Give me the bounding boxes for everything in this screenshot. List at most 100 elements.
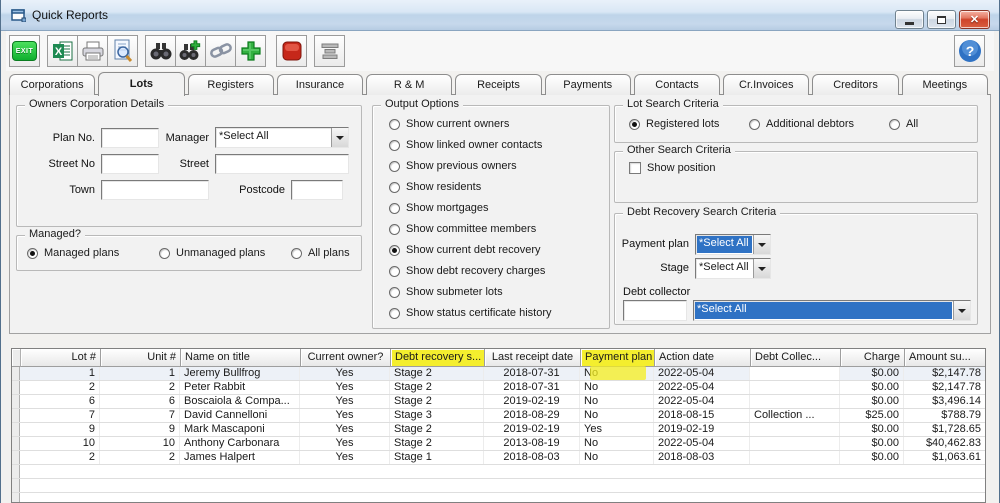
cell-unit-row6[interactable]: 10: [100, 437, 180, 450]
cell-action-date-row6[interactable]: 2022-05-04: [654, 437, 750, 450]
cell-amount-su-row7[interactable]: $1,063.61: [904, 451, 985, 464]
payment-plan-select[interactable]: *Select All: [695, 234, 771, 255]
radio-registered-lots[interactable]: Registered lots: [629, 118, 719, 130]
chevron-down-icon[interactable]: [753, 259, 770, 278]
sort-bars-button[interactable]: [314, 35, 345, 67]
cell-amount-su-row1[interactable]: $2,147.78: [904, 367, 985, 380]
row-selector[interactable]: [12, 367, 20, 380]
cell-lot-row6[interactable]: 10: [20, 437, 100, 450]
tab-lots[interactable]: Lots: [98, 72, 185, 96]
cell-unit-row5[interactable]: 9: [100, 423, 180, 436]
cell-charge-row6[interactable]: $0.00: [840, 437, 904, 450]
cell-lot-row1[interactable]: 1: [20, 367, 100, 380]
radio-unmanaged-plans[interactable]: Unmanaged plans: [159, 247, 265, 259]
row-selector[interactable]: [12, 395, 20, 408]
maximize-button[interactable]: [927, 10, 956, 29]
cell-charge-row3[interactable]: $0.00: [840, 395, 904, 408]
empty-row[interactable]: [12, 479, 985, 493]
cell-current-owner-row1[interactable]: Yes: [300, 367, 390, 380]
col-header-current-owner[interactable]: Current owner?: [301, 349, 391, 367]
cell-last-receipt-date-row2[interactable]: 2018-07-31: [484, 381, 580, 394]
cell-payment-plan-row4[interactable]: No: [580, 409, 654, 422]
table-row-5[interactable]: 9 9 Mark Mascaponi Yes Stage 2 2019-02-19 Yes 2…: [12, 423, 985, 437]
show-position-checkbox[interactable]: Show position: [629, 162, 716, 174]
cell-amount-su-row6[interactable]: $40,462.83: [904, 437, 985, 450]
cell-action-date-row3[interactable]: 2022-05-04: [654, 395, 750, 408]
table-row-6[interactable]: 10 10 Anthony Carbonara Yes Stage 2 2013-08-1…: [12, 437, 985, 451]
row-selector[interactable]: [12, 423, 20, 436]
cell-debt-collec-row2[interactable]: [750, 381, 840, 394]
cell-action-date-row4[interactable]: 2018-08-15: [654, 409, 750, 422]
cell-unit-row2[interactable]: 2: [100, 381, 180, 394]
cell-current-owner-row2[interactable]: Yes: [300, 381, 390, 394]
cell-unit-row4[interactable]: 7: [100, 409, 180, 422]
table-row-4[interactable]: 7 7 David Cannelloni Yes Stage 3 2018-08-29 No…: [12, 409, 985, 423]
radio-show-debt-recovery-charges[interactable]: Show debt recovery charges: [389, 265, 545, 277]
cell-name-on-title-row4[interactable]: David Cannelloni: [180, 409, 300, 422]
cell-last-receipt-date-row7[interactable]: 2018-08-03: [484, 451, 580, 464]
radio-show-status-certificate-history[interactable]: Show status certificate history: [389, 307, 552, 319]
col-header-debt-collec[interactable]: Debt Collec...: [751, 349, 841, 367]
col-header-charge[interactable]: Charge: [841, 349, 905, 367]
row-selector[interactable]: [12, 451, 20, 464]
tab-r-m[interactable]: R & M: [366, 74, 453, 95]
radio-show-submeter-lots[interactable]: Show submeter lots: [389, 286, 503, 298]
col-header-debt-recovery-s[interactable]: Debt recovery s...: [391, 349, 485, 367]
street-no-input[interactable]: [101, 154, 159, 174]
street-input[interactable]: [215, 154, 349, 174]
print-preview-button[interactable]: [107, 35, 138, 67]
cell-last-receipt-date-row1[interactable]: 2018-07-31: [484, 367, 580, 380]
cell-name-on-title-row6[interactable]: Anthony Carbonara: [180, 437, 300, 450]
cell-charge-row5[interactable]: $0.00: [840, 423, 904, 436]
close-button[interactable]: ✕: [959, 10, 990, 29]
cell-debt-recovery-s-row5[interactable]: Stage 2: [390, 423, 484, 436]
debt-collector-input[interactable]: [623, 300, 687, 321]
cell-action-date-row5[interactable]: 2019-02-19: [654, 423, 750, 436]
row-selector[interactable]: [12, 437, 20, 450]
cell-name-on-title-row7[interactable]: James Halpert: [180, 451, 300, 464]
tab-contacts[interactable]: Contacts: [633, 74, 721, 95]
cell-charge-row4[interactable]: $25.00: [840, 409, 904, 422]
radio-show-previous-owners[interactable]: Show previous owners: [389, 160, 517, 172]
minimize-button[interactable]: [895, 10, 924, 29]
cell-debt-collec-row7[interactable]: [750, 451, 840, 464]
debt-collector-select[interactable]: *Select All: [693, 300, 971, 321]
cell-debt-recovery-s-row7[interactable]: Stage 1: [390, 451, 484, 464]
col-header-payment-plan[interactable]: Payment plan: [581, 349, 655, 367]
cell-action-date-row2[interactable]: 2022-05-04: [654, 381, 750, 394]
cell-debt-recovery-s-row3[interactable]: Stage 2: [390, 395, 484, 408]
radio-show-linked-owner-contacts[interactable]: Show linked owner contacts: [389, 139, 542, 151]
cell-lot-row3[interactable]: 6: [20, 395, 100, 408]
cell-action-date-row7[interactable]: 2018-08-03: [654, 451, 750, 464]
radio-all-plans[interactable]: All plans: [291, 247, 350, 259]
cell-lot-row7[interactable]: 2: [20, 451, 100, 464]
radio-show-current-owners[interactable]: Show current owners: [389, 118, 509, 130]
cell-charge-row7[interactable]: $0.00: [840, 451, 904, 464]
col-header-name-on-title[interactable]: Name on title: [181, 349, 301, 367]
cell-name-on-title-row1[interactable]: Jeremy Bullfrog: [180, 367, 300, 380]
chevron-down-icon[interactable]: [331, 128, 348, 147]
cell-unit-row1[interactable]: 1: [100, 367, 180, 380]
table-row-7[interactable]: 2 2 James Halpert Yes Stage 1 2018-08-03 No 201…: [12, 451, 985, 465]
radio-all[interactable]: All: [889, 118, 918, 130]
cell-name-on-title-row2[interactable]: Peter Rabbit: [180, 381, 300, 394]
radio-show-mortgages[interactable]: Show mortgages: [389, 202, 489, 214]
manager-select[interactable]: *Select All: [215, 127, 349, 148]
radio-show-current-debt-recovery[interactable]: Show current debt recovery: [389, 244, 541, 256]
cell-amount-su-row2[interactable]: $2,147.78: [904, 381, 985, 394]
radio-additional-debtors[interactable]: Additional debtors: [749, 118, 854, 130]
tab-insurance[interactable]: Insurance: [276, 74, 364, 95]
tab-registers[interactable]: Registers: [187, 74, 274, 95]
col-header-amount-su[interactable]: Amount su...: [905, 349, 985, 367]
cell-debt-collec-row1[interactable]: [750, 367, 840, 380]
cell-debt-recovery-s-row4[interactable]: Stage 3: [390, 409, 484, 422]
cell-current-owner-row6[interactable]: Yes: [300, 437, 390, 450]
tab-receipts[interactable]: Receipts: [455, 74, 542, 95]
cell-payment-plan-row7[interactable]: No: [580, 451, 654, 464]
cell-debt-recovery-s-row6[interactable]: Stage 2: [390, 437, 484, 450]
add-button[interactable]: [235, 35, 266, 67]
cell-name-on-title-row5[interactable]: Mark Mascaponi: [180, 423, 300, 436]
cell-debt-collec-row5[interactable]: [750, 423, 840, 436]
col-header-lot[interactable]: Lot #: [21, 349, 101, 367]
cell-payment-plan-row2[interactable]: No: [580, 381, 654, 394]
